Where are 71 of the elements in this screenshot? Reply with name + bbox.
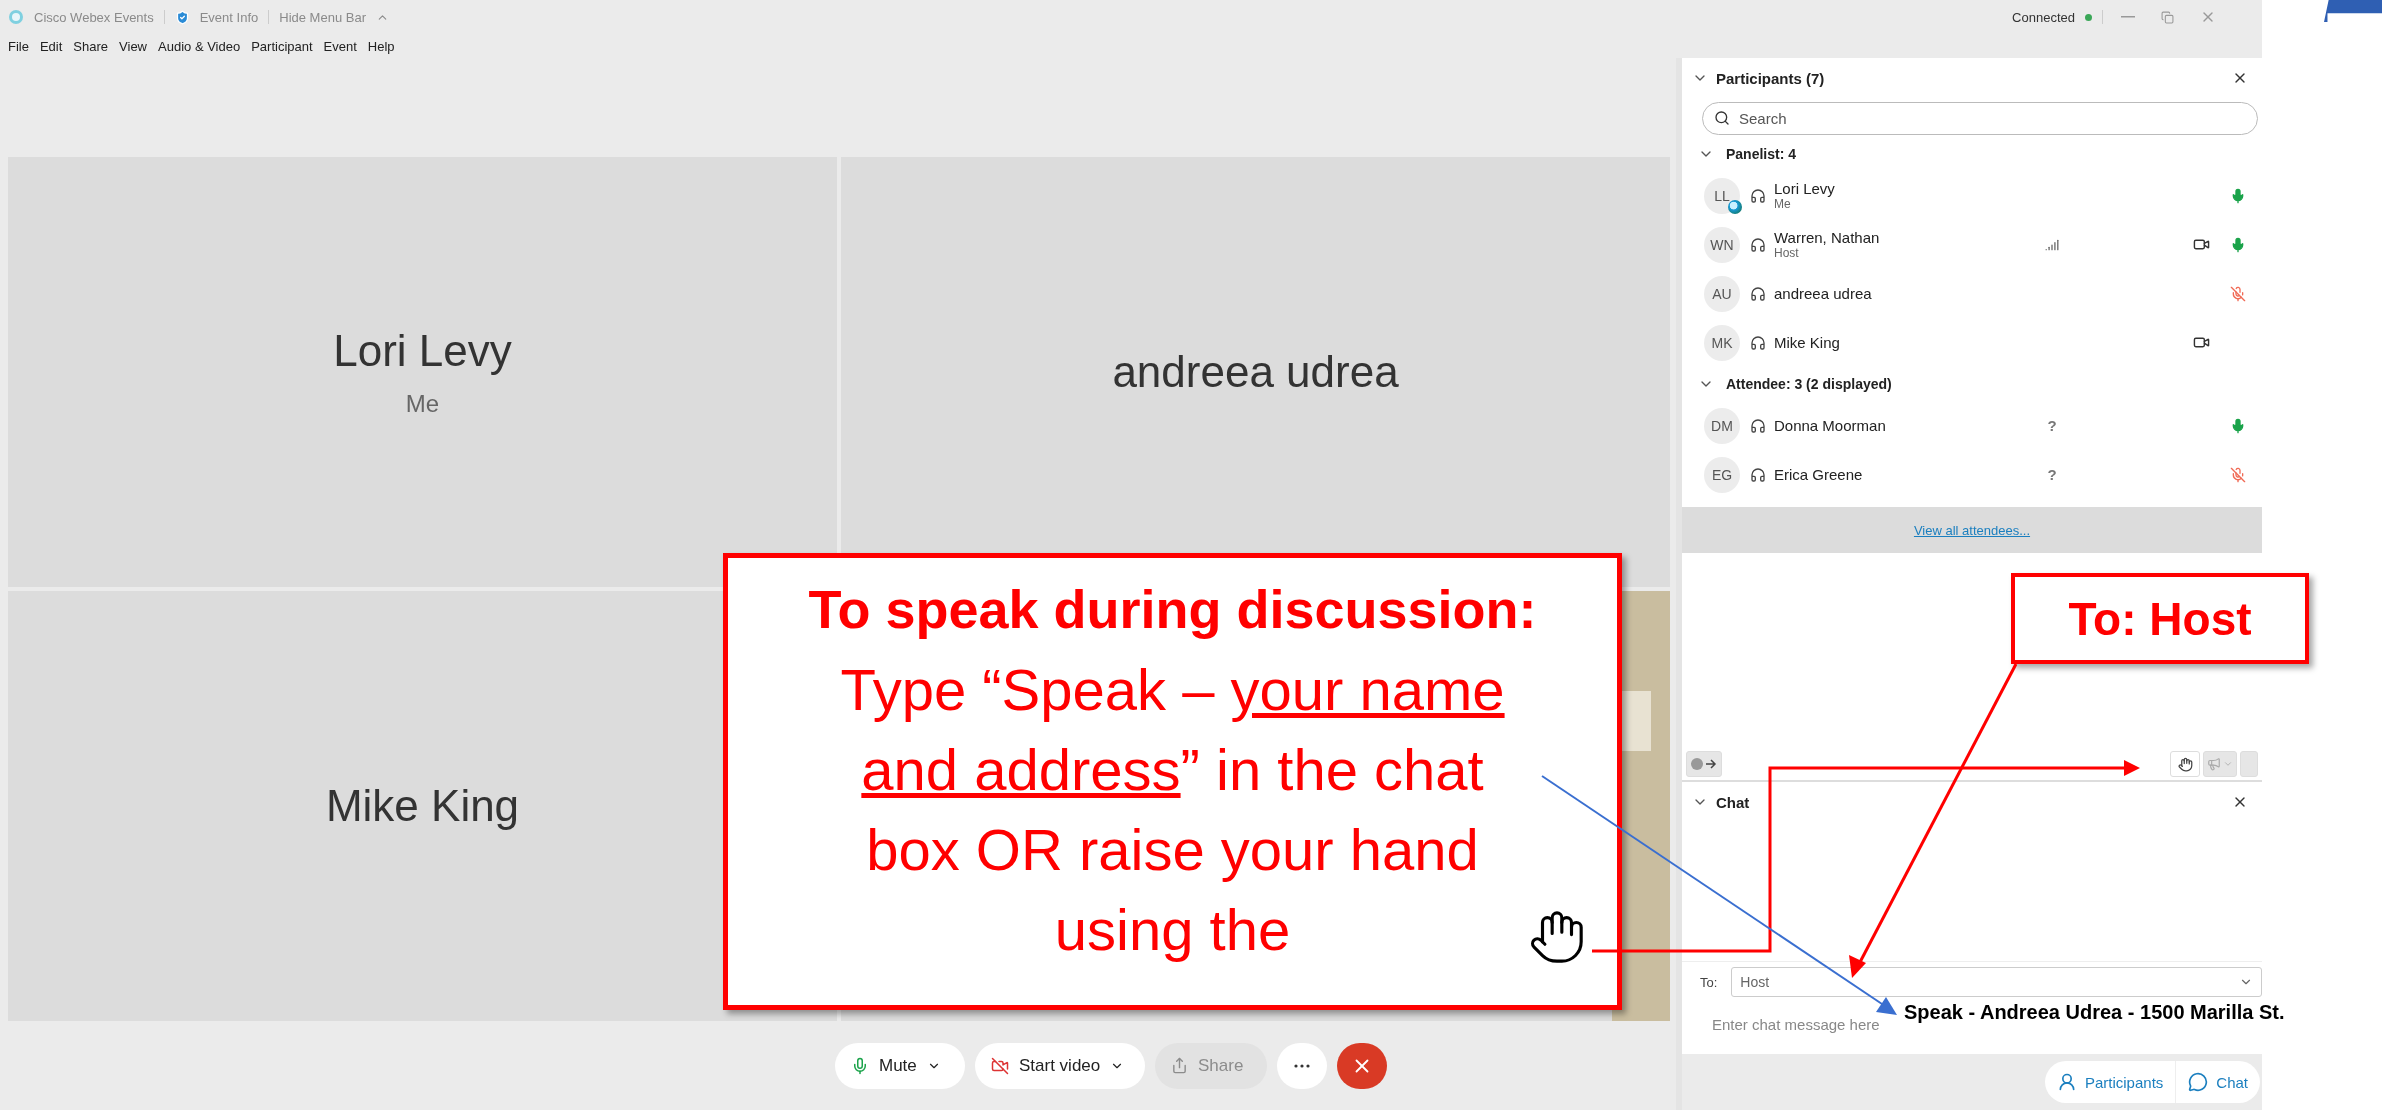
unknown-status: ? (2047, 417, 2057, 434)
restore-icon (2161, 10, 2174, 24)
unknown-status: ? (2047, 466, 2057, 483)
hand-icon (1528, 908, 1586, 966)
to-label: To: (1700, 974, 1718, 990)
toggle-icon (1690, 757, 1718, 771)
menu-item[interactable]: Audio & Video (158, 38, 241, 54)
headset-icon (1750, 285, 1766, 302)
headset-icon (1750, 334, 1766, 351)
headset-icon (1750, 187, 1766, 204)
avatar: EG (1704, 456, 1740, 493)
person-icon (2056, 1072, 2077, 1092)
menu-item[interactable]: File (8, 38, 29, 54)
participant-name: Lori Levy (1774, 180, 1836, 197)
participant-role: Me (1774, 197, 1792, 211)
menu-item[interactable]: Participant (251, 38, 313, 54)
menu-item[interactable]: View (119, 38, 147, 54)
headset-icon (1750, 417, 1766, 434)
menu-item[interactable]: Edit (39, 38, 63, 54)
participant-role: Host (1774, 246, 1800, 260)
participant-name: andreea udrea (1774, 285, 1873, 302)
avatar: AU (1704, 275, 1740, 312)
raise-hand-button[interactable] (2170, 751, 2200, 777)
shield-icon (174, 9, 190, 25)
avatar: LL (1704, 177, 1740, 214)
search-field[interactable]: Search (1702, 102, 2258, 135)
participant-name: Warren, Nathan (1774, 229, 1881, 246)
connection-status: Connected (2012, 9, 2075, 25)
hand-icon (2177, 756, 2193, 772)
participant-name: Donna Moorman (1774, 417, 1887, 434)
share-icon (1171, 1057, 1188, 1074)
tile-name: Mike King (325, 781, 520, 831)
group-title: Panelist: 4 (1726, 146, 1797, 162)
megaphone-icon (2207, 757, 2221, 771)
participant-name: Mike King (1774, 334, 1841, 351)
chat-bubble-icon (2188, 1072, 2209, 1092)
mute-button[interactable]: Mute (835, 1042, 965, 1089)
more-icon (1294, 1063, 1310, 1068)
tile-subtitle: Me (405, 390, 440, 418)
camera-off-icon (991, 1056, 1009, 1075)
callout-heading: To speak during discussion: (807, 578, 1538, 641)
callout-heading: To: Host (2068, 591, 2252, 646)
toggle-button[interactable] (1686, 751, 1722, 777)
instruction-text: Type “Speak – your name and address” in the chat box OR raise your hand using the (839, 656, 1506, 964)
avatar: WN (1704, 226, 1740, 263)
app-title: Cisco Webex Events (34, 9, 154, 25)
microphone-icon (851, 1056, 869, 1075)
tile-name: andreea udrea (1112, 347, 1399, 397)
start-video-button[interactable]: Start video (975, 1042, 1145, 1089)
avatar: DM (1704, 407, 1740, 444)
participants-tab[interactable]: Participants (2044, 1061, 2176, 1103)
example-message: Speak - Andreea Udrea - 1500 Marilla St. (1904, 1001, 2285, 1024)
participant-name: Erica Greene (1774, 466, 1864, 483)
corner-shape (2324, 0, 2382, 22)
search-icon (1714, 110, 1730, 126)
panel-title: Participants (7) (1716, 69, 1826, 87)
chat-tab[interactable]: Chat (2175, 1061, 2260, 1103)
menu-item[interactable]: Help (367, 38, 395, 54)
tile-name: Lori Levy (333, 326, 512, 376)
menu-item[interactable]: Event (323, 38, 357, 54)
headset-icon (1750, 466, 1766, 483)
leave-button[interactable] (1337, 1042, 1387, 1089)
app-logo-icon (8, 9, 24, 25)
recipient-dropdown[interactable]: Host (1731, 967, 2262, 997)
minimize-icon (2121, 16, 2135, 18)
group-title: Attendee: 3 (2 displayed) (1726, 376, 1892, 392)
headset-icon (1750, 236, 1766, 253)
caret-icon (2223, 759, 2233, 769)
menu-item[interactable]: Share (73, 38, 109, 54)
avatar: MK (1704, 324, 1740, 361)
panel-title: Chat (1716, 793, 1751, 811)
